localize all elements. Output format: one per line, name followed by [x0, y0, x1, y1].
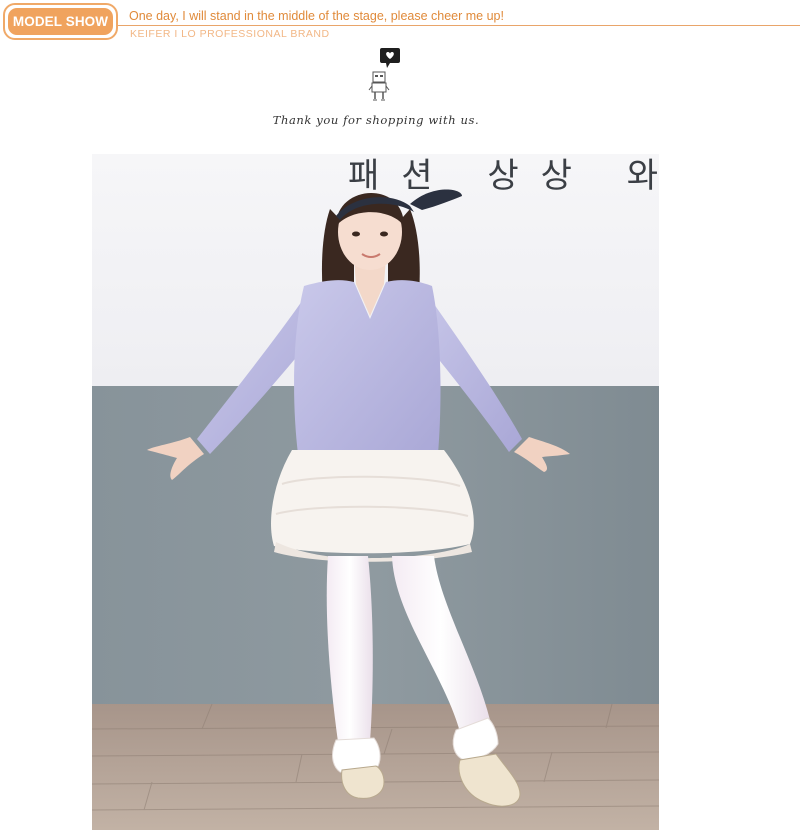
background-sign-text: 패션 상상 와: [348, 156, 659, 196]
model-show-badge: MODEL SHOW: [8, 8, 113, 35]
heart-speech-robot-icon: [368, 46, 404, 104]
header-divider: [118, 25, 800, 26]
girl-in-tutu-illustration: [92, 154, 659, 830]
model-show-header: MODEL SHOW One day, I will stand in the …: [0, 0, 800, 46]
header-tagline: One day, I will stand in the middle of t…: [129, 9, 504, 23]
brand-subtitle: KEIFER I LO PROFESSIONAL BRAND: [130, 28, 330, 40]
thank-you-message: Thank you for shopping with us.: [272, 113, 480, 127]
model-photo: 패션 상상 와: [92, 154, 659, 830]
